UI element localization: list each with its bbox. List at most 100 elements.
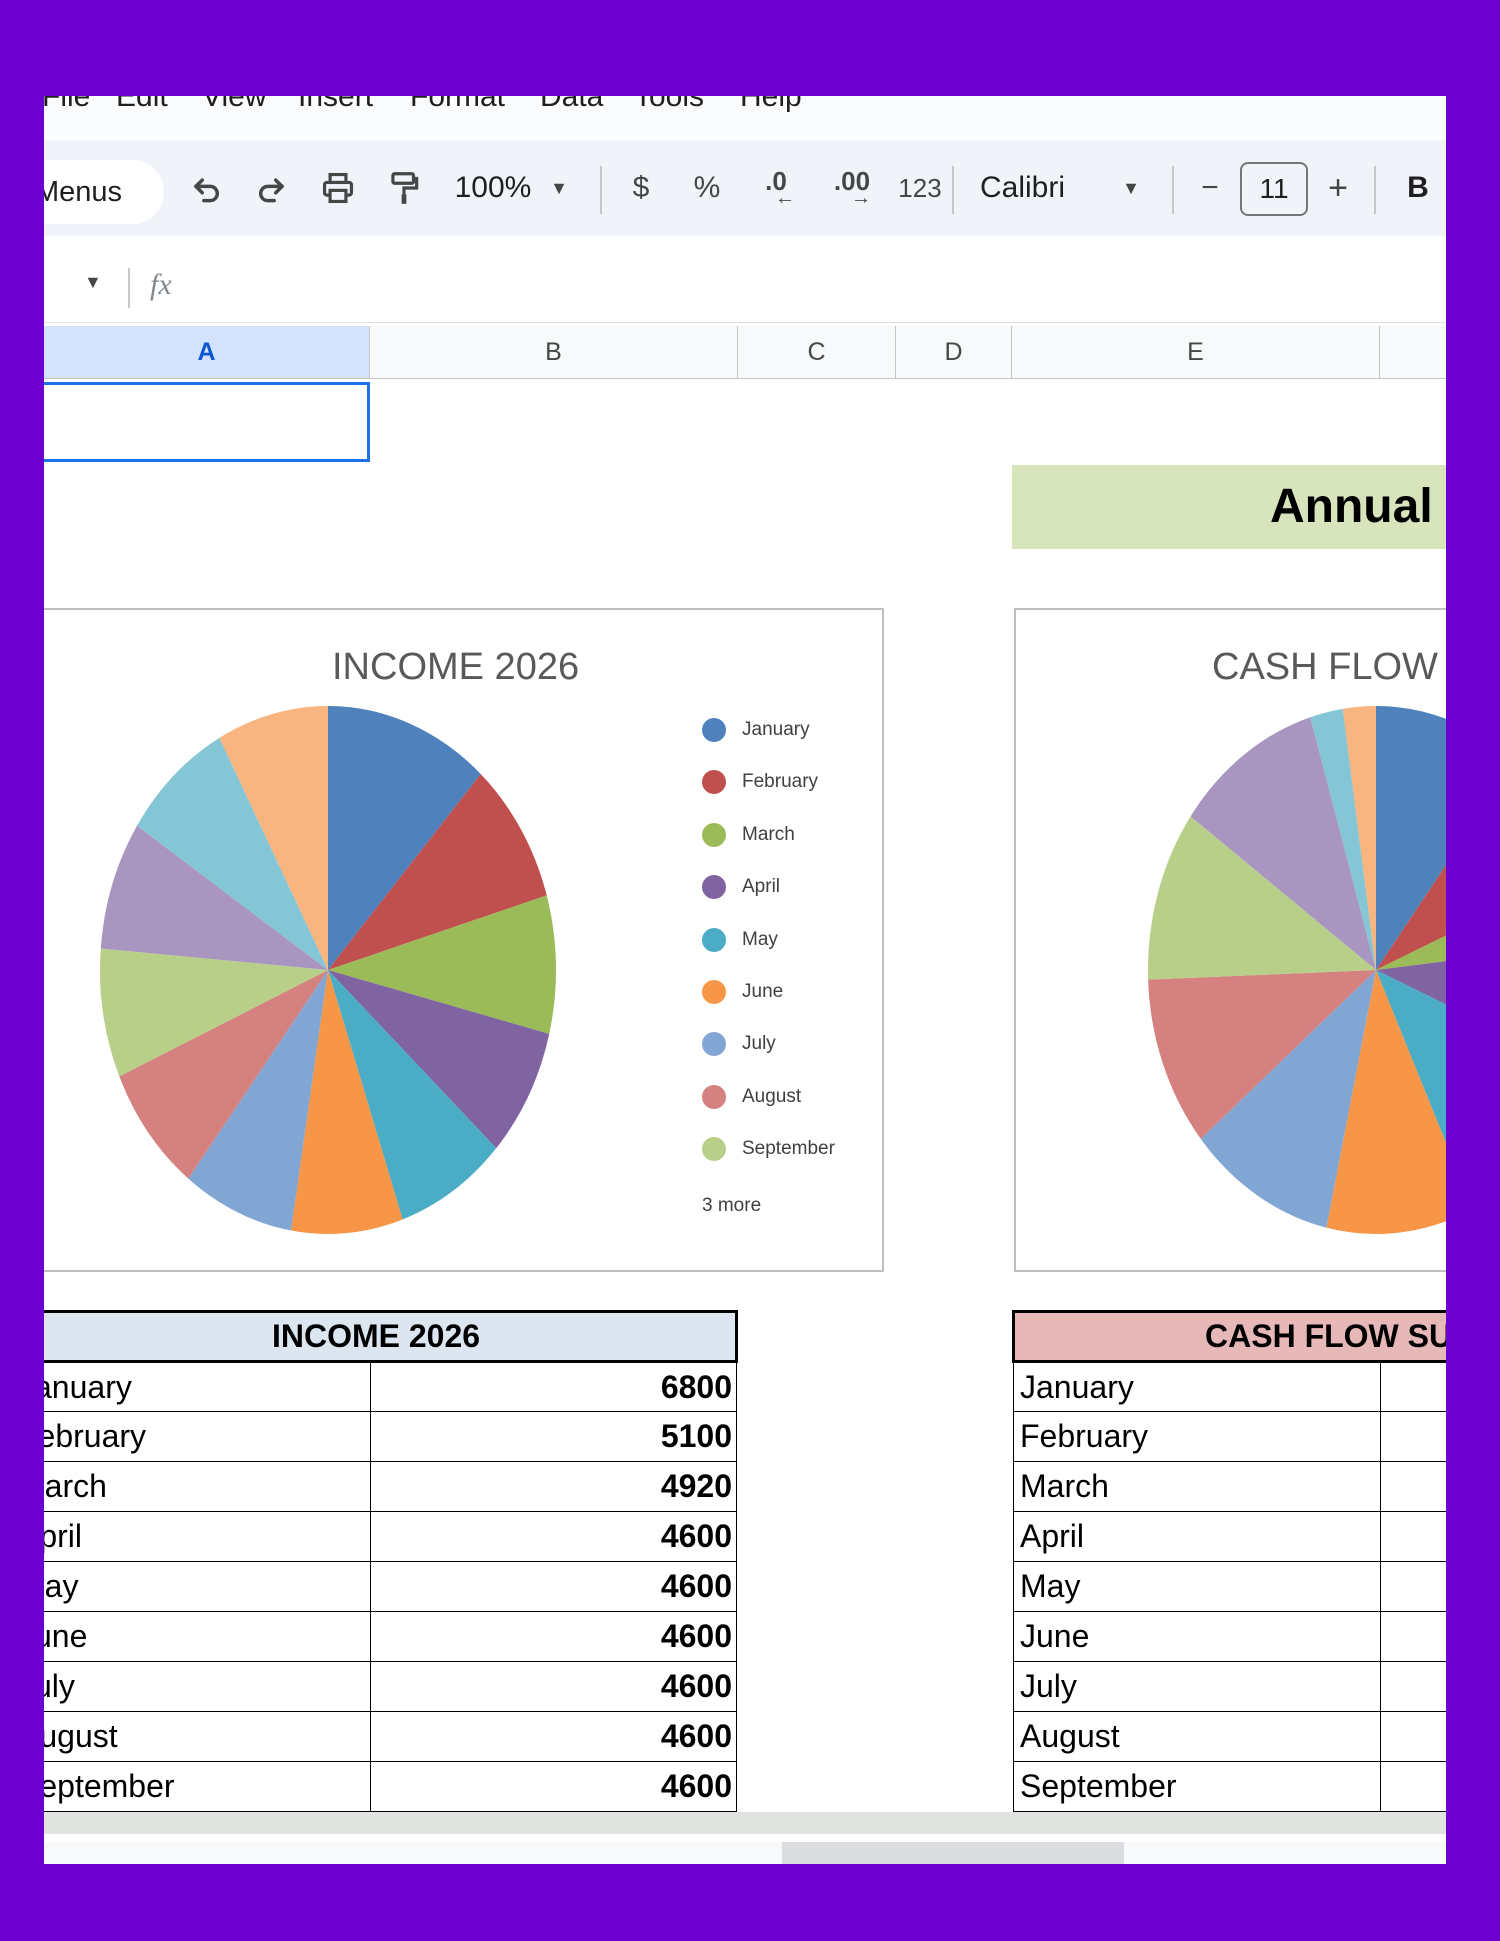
cashflow-month-cell[interactable]: August: [1013, 1711, 1381, 1762]
legend-item[interactable]: July: [702, 1024, 776, 1064]
cashflow-value-cell[interactable]: [1379, 1461, 1446, 1512]
name-box-dropdown[interactable]: ▼: [84, 272, 102, 293]
zoom-select[interactable]: 100%: [448, 140, 538, 236]
income-value-cell[interactable]: 4920: [369, 1461, 738, 1512]
legend-item[interactable]: August: [702, 1077, 801, 1117]
font-dropdown[interactable]: ▼: [1116, 140, 1146, 236]
horizontal-scrollbar[interactable]: [44, 1842, 1446, 1864]
cashflow-month-cell[interactable]: May: [1013, 1561, 1381, 1612]
income-value-cell[interactable]: 4600: [369, 1611, 738, 1662]
cashflow-table-header: CASH FLOW SUMMARY: [1012, 1310, 1446, 1363]
cashflow-month-cell[interactable]: March: [1013, 1461, 1381, 1512]
cashflow-value-cell[interactable]: [1379, 1761, 1446, 1812]
cashflow-value-cell[interactable]: [1379, 1711, 1446, 1762]
undo-button[interactable]: [182, 140, 232, 236]
cashflow-month-cell[interactable]: September: [1013, 1761, 1381, 1812]
legend-item[interactable]: January: [702, 710, 810, 750]
income-table-title: INCOME 2026: [44, 1310, 738, 1363]
table-row: March4920: [44, 1461, 738, 1512]
legend-item[interactable]: March: [702, 815, 795, 855]
bold-button[interactable]: B: [1398, 140, 1438, 236]
income-chart[interactable]: INCOME 2026 January February March April May…: [44, 608, 884, 1272]
legend-swatch: [702, 770, 726, 795]
annual-summary-banner: Annual Summary: [1012, 465, 1446, 549]
font-size-value: 11: [1259, 173, 1289, 204]
menu-format[interactable]: Format: [410, 96, 505, 114]
legend-item[interactable]: June: [702, 972, 783, 1012]
income-month-cell[interactable]: August: [44, 1711, 371, 1762]
column-header-f[interactable]: [1380, 326, 1446, 378]
spreadsheet-window: File Edit View Insert Format Data Tools …: [44, 96, 1446, 1864]
cashflow-month-cell[interactable]: June: [1013, 1611, 1381, 1662]
cashflow-chart[interactable]: CASH FLOW SUMMARY: [1014, 608, 1446, 1272]
horizontal-scroll-thumb[interactable]: [782, 1842, 1124, 1864]
menus-search-button[interactable]: Menus: [44, 160, 164, 224]
income-month-cell[interactable]: June: [44, 1611, 371, 1662]
cashflow-value-cell[interactable]: [1379, 1661, 1446, 1712]
income-month-cell[interactable]: September: [44, 1761, 371, 1812]
income-month-cell[interactable]: March: [44, 1461, 371, 1512]
income-month-cell[interactable]: July: [44, 1661, 371, 1712]
income-value-cell[interactable]: 4600: [369, 1511, 738, 1562]
legend-label: May: [742, 928, 778, 950]
cashflow-month-cell[interactable]: April: [1013, 1511, 1381, 1562]
income-month-cell[interactable]: May: [44, 1561, 371, 1612]
menu-insert[interactable]: Insert: [298, 96, 373, 114]
legend-item[interactable]: September: [702, 1129, 835, 1169]
income-value-cell[interactable]: 4600: [369, 1761, 738, 1812]
redo-button[interactable]: [246, 140, 296, 236]
selected-cell-a1[interactable]: [44, 382, 370, 462]
income-month-cell[interactable]: April: [44, 1511, 371, 1562]
table-row: April: [1013, 1511, 1446, 1562]
income-value-cell[interactable]: 5100: [369, 1411, 738, 1462]
print-button[interactable]: [312, 140, 364, 236]
income-month-cell[interactable]: January: [44, 1361, 371, 1412]
formula-bar: ▼ fx: [44, 254, 1446, 323]
zoom-dropdown[interactable]: ▼: [544, 140, 574, 236]
decrease-decimal-button[interactable]: .0 ←: [746, 140, 806, 236]
menu-edit[interactable]: Edit: [116, 96, 168, 114]
formula-input[interactable]: [214, 262, 1434, 314]
cashflow-value-cell[interactable]: [1379, 1361, 1446, 1412]
table-row: September: [1013, 1761, 1446, 1812]
more-formats-button[interactable]: 123: [892, 140, 948, 236]
percent-format-button[interactable]: %: [682, 140, 732, 236]
column-header-c[interactable]: C: [738, 326, 896, 378]
decrease-font-size-button[interactable]: −: [1190, 140, 1230, 236]
menu-view[interactable]: View: [202, 96, 266, 114]
cashflow-value-cell[interactable]: [1379, 1411, 1446, 1462]
cashflow-value-cell[interactable]: [1379, 1561, 1446, 1612]
increase-decimal-button[interactable]: .00 →: [820, 140, 884, 236]
cashflow-month-cell[interactable]: July: [1013, 1661, 1381, 1712]
column-header-e[interactable]: E: [1012, 326, 1380, 378]
menu-help[interactable]: Help: [740, 96, 802, 114]
cashflow-month-cell[interactable]: January: [1013, 1361, 1381, 1412]
column-header-b[interactable]: B: [370, 326, 738, 378]
legend-item[interactable]: April: [702, 867, 780, 907]
column-header-a[interactable]: A: [44, 326, 370, 378]
income-value-cell[interactable]: 4600: [369, 1711, 738, 1762]
font-size-input[interactable]: 11: [1240, 162, 1308, 216]
cashflow-value-cell[interactable]: [1379, 1511, 1446, 1562]
income-value-cell[interactable]: 4600: [369, 1661, 738, 1712]
column-header-d[interactable]: D: [896, 326, 1012, 378]
menu-tools[interactable]: Tools: [634, 96, 704, 114]
menu-bar: File Edit View Insert Format Data Tools …: [44, 96, 1446, 136]
font-select[interactable]: Calibri: [980, 140, 1090, 236]
menu-file[interactable]: File: [44, 96, 90, 114]
legend-label: June: [742, 981, 784, 1002]
income-value-cell[interactable]: 4600: [369, 1561, 738, 1612]
legend-item[interactable]: May: [702, 920, 778, 960]
legend-more-link[interactable]: 3 more: [702, 1186, 761, 1226]
currency-format-button[interactable]: $: [616, 140, 666, 236]
banner-title: Annual Summary: [1270, 480, 1446, 533]
cashflow-value-cell[interactable]: [1379, 1611, 1446, 1662]
increase-font-size-button[interactable]: +: [1318, 140, 1358, 236]
paint-format-button[interactable]: [378, 140, 430, 236]
income-value-cell[interactable]: 6800: [369, 1361, 738, 1412]
undo-icon: [194, 178, 219, 203]
cashflow-month-cell[interactable]: February: [1013, 1411, 1381, 1462]
menu-data[interactable]: Data: [540, 96, 603, 114]
income-month-cell[interactable]: February: [44, 1411, 371, 1462]
legend-item[interactable]: February: [702, 762, 818, 802]
